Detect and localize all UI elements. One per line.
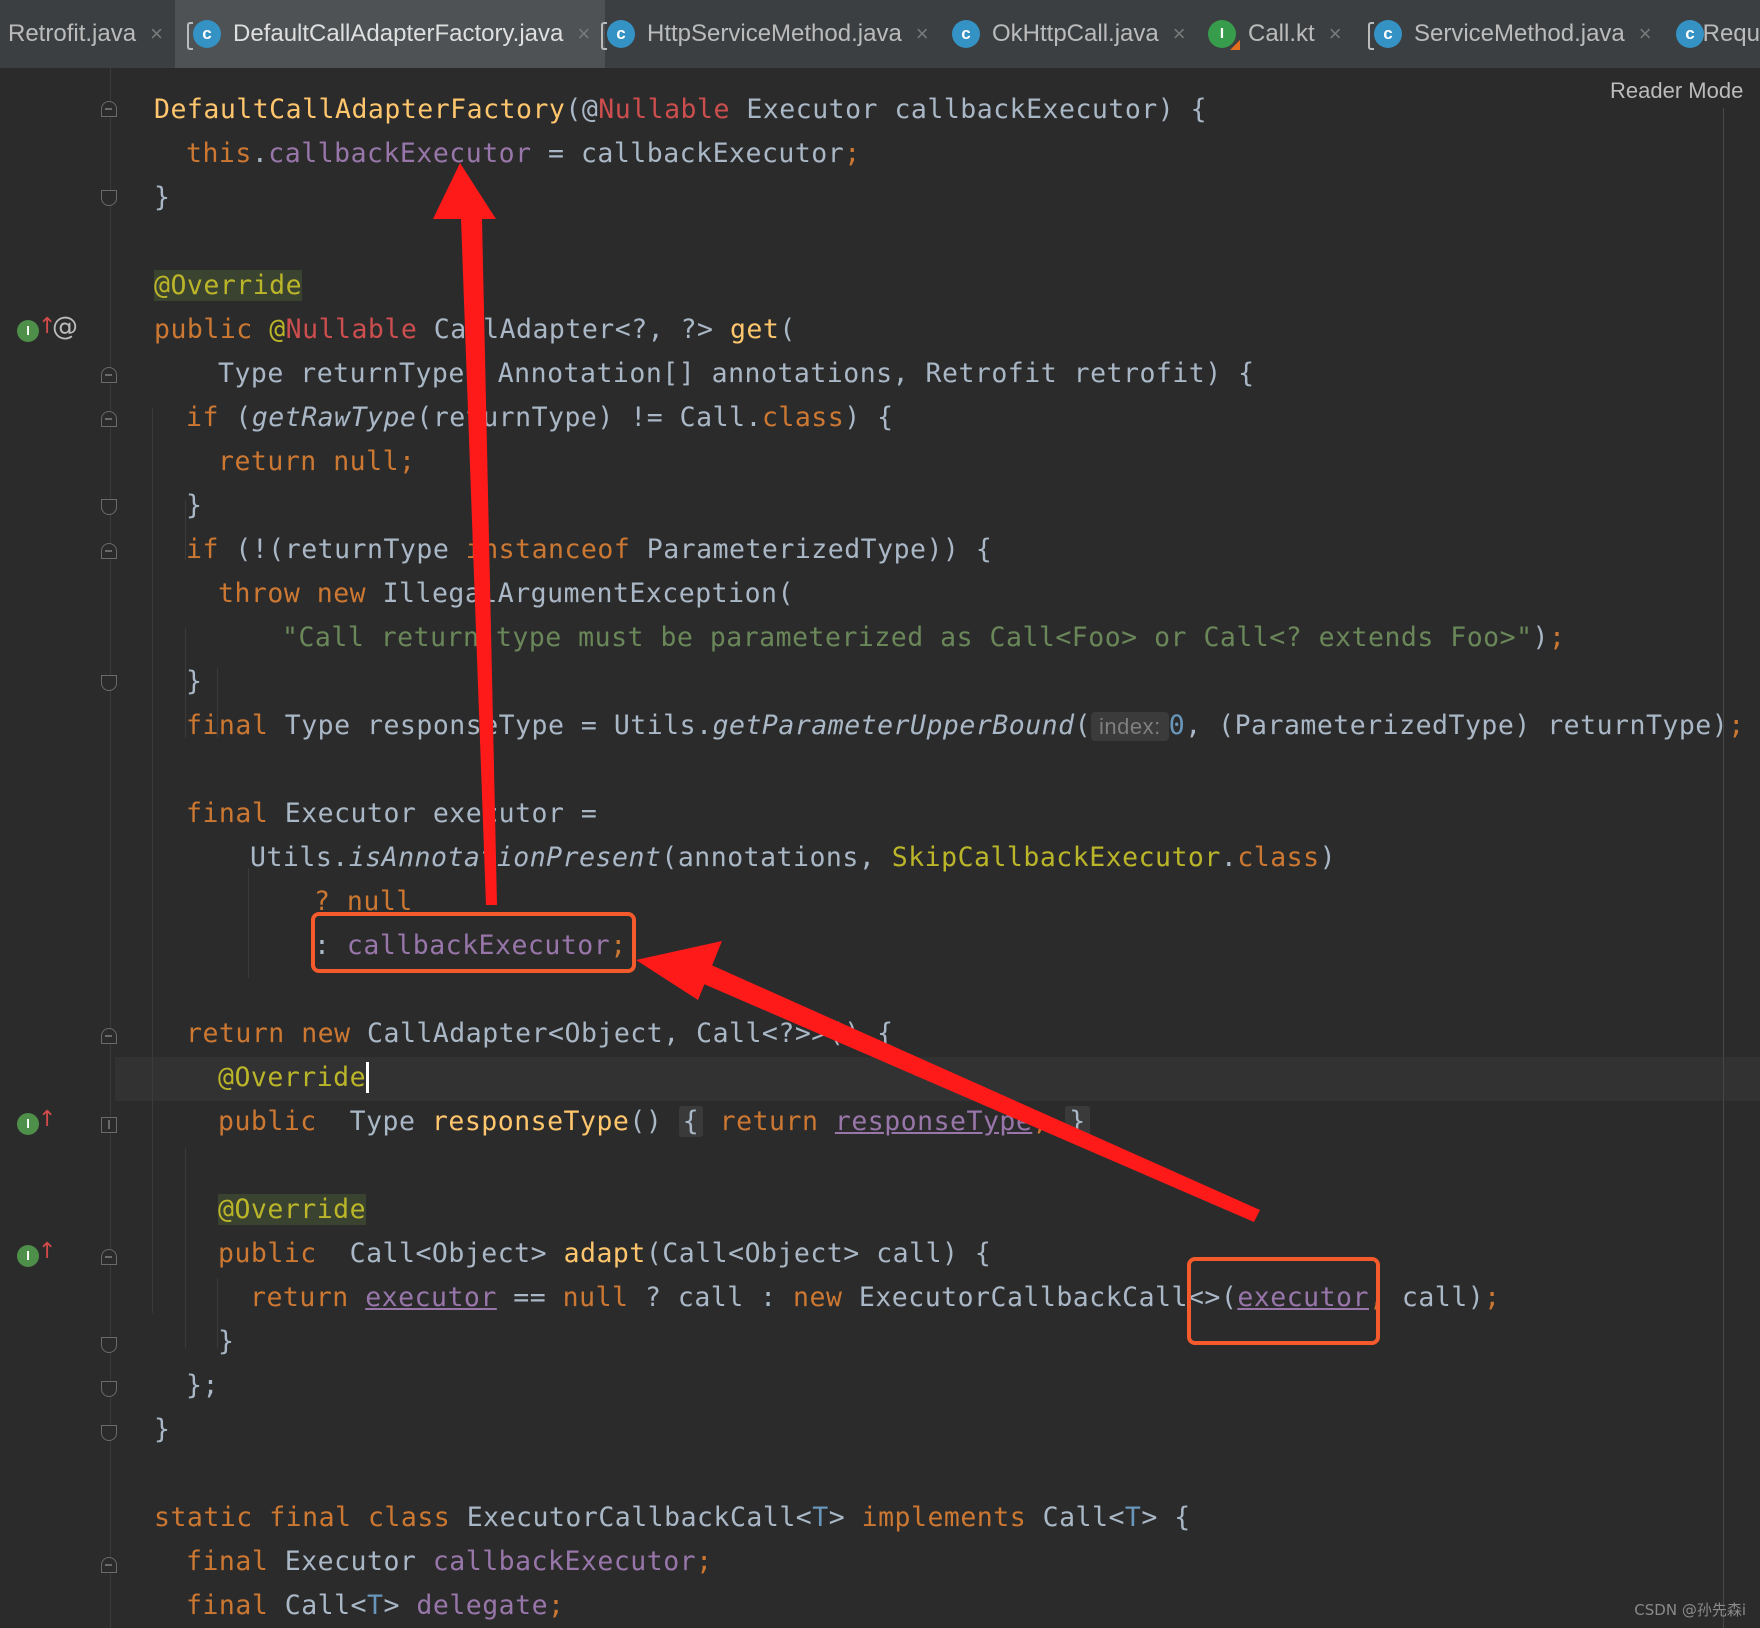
watermark: CSDN @孙先森i: [1634, 1601, 1746, 1619]
annotation-arrows: [433, 163, 1260, 1222]
red-arrow-up: [461, 219, 497, 905]
red-arrow-left-head: [636, 941, 722, 1000]
red-arrow-left: [690, 960, 1260, 1222]
red-arrow-up-head: [433, 163, 496, 219]
